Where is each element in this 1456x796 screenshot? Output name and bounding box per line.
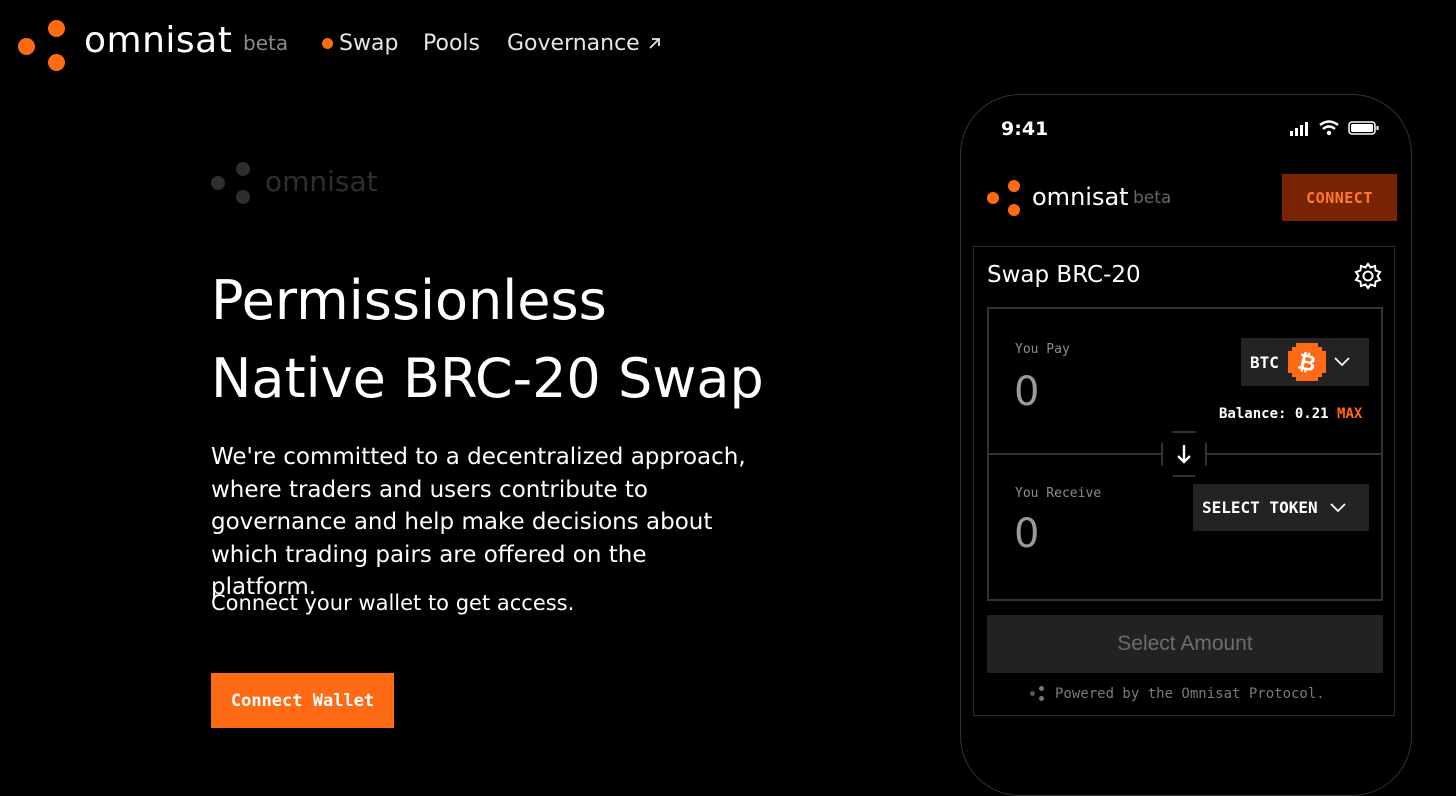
pay-balance: Balance: 0.21 MAX <box>1219 406 1362 422</box>
hero-title-line2: Native BRC-20 Swap <box>211 347 764 410</box>
settings-gear-icon[interactable] <box>1354 262 1382 290</box>
status-icons <box>1290 120 1379 136</box>
app-beta-badge: beta <box>1133 188 1172 208</box>
omnisat-logo-icon[interactable] <box>18 20 66 72</box>
signal-icon <box>1290 122 1308 136</box>
wifi-icon <box>1319 120 1339 136</box>
powered-by-text: Powered by the Omnisat Protocol. <box>1055 686 1325 702</box>
nav-link-swap[interactable]: Swap <box>322 31 398 56</box>
powered-by: Powered by the Omnisat Protocol. <box>1030 686 1325 702</box>
bitcoin-icon: ₿ <box>1287 343 1326 381</box>
pay-amount-input[interactable]: 0 <box>1014 369 1039 415</box>
app-connect-button[interactable]: CONNECT <box>1282 174 1397 221</box>
select-amount-button[interactable]: Select Amount <box>987 615 1383 673</box>
app-logo-icon <box>987 180 1023 216</box>
nav-link-pools[interactable]: Pools <box>423 31 480 56</box>
nav-link-swap-label: Swap <box>339 31 399 56</box>
active-indicator-icon <box>322 38 333 49</box>
hero-title-line1: Permissionless <box>211 269 607 332</box>
nav-link-governance[interactable]: Governance <box>507 31 661 56</box>
pay-label: You Pay <box>1015 342 1070 357</box>
chevron-down-icon <box>1329 502 1346 512</box>
receive-token-selector[interactable]: SELECT TOKEN <box>1193 484 1369 531</box>
hero-connect-text: Connect your wallet to get access. <box>211 591 575 615</box>
hero-description: We're committed to a decentralized appro… <box>211 444 746 600</box>
hero-logo-icon <box>211 162 253 204</box>
nav-link-governance-label: Governance <box>507 31 640 56</box>
app-brand-name: omnisat <box>1032 183 1129 211</box>
arrow-up-right-icon <box>649 38 660 49</box>
receive-label: You Receive <box>1015 486 1102 501</box>
battery-icon <box>1348 121 1379 135</box>
status-time: 9:41 <box>1001 118 1049 140</box>
balance-text: Balance: 0.21 <box>1219 406 1329 422</box>
hero-brand-name: omnisat <box>265 165 378 198</box>
chevron-down-icon <box>1334 357 1350 367</box>
hero-title: Permissionless Native BRC-20 Swap <box>211 262 764 418</box>
max-button[interactable]: MAX <box>1337 406 1362 422</box>
swap-title: Swap BRC-20 <box>987 262 1141 288</box>
pay-token-symbol: BTC <box>1250 352 1279 372</box>
brand-name: omnisat <box>84 20 233 61</box>
arrow-down-icon <box>1177 445 1191 464</box>
omnisat-mini-logo-icon <box>1030 686 1046 702</box>
pay-token-selector[interactable]: BTC ₿ <box>1241 338 1369 386</box>
beta-badge: beta <box>243 31 289 55</box>
receive-amount-input[interactable]: 0 <box>1014 511 1039 557</box>
connect-wallet-button[interactable]: Connect Wallet <box>211 673 394 728</box>
select-token-label: SELECT TOKEN <box>1202 498 1318 517</box>
